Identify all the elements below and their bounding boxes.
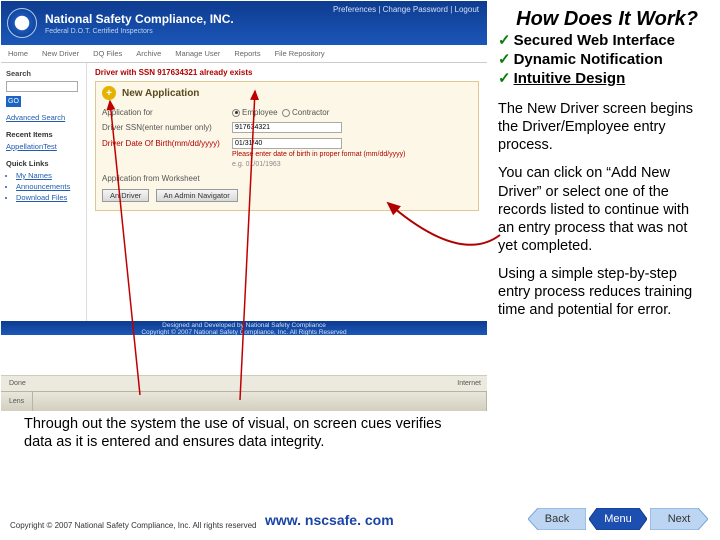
- nav-item-archive[interactable]: Archive: [136, 49, 161, 58]
- check-label: Dynamic Notification: [514, 51, 663, 70]
- field-label: Driver Date Of Birth(mm/dd/yyyy): [102, 139, 232, 148]
- radio-label: Employee: [242, 108, 278, 117]
- footer-line: Designed and Developed by National Safet…: [1, 322, 487, 329]
- check-icon: ✓: [498, 70, 511, 89]
- check-icon: ✓: [498, 32, 511, 51]
- check-item: ✓ Dynamic Notification: [498, 51, 675, 70]
- status-done: Done: [9, 380, 26, 387]
- next-label: Next: [668, 513, 691, 525]
- field-label: Application from Worksheet: [102, 174, 232, 183]
- slide-title: How Does It Work?: [516, 8, 698, 31]
- radio-contractor[interactable]: [282, 109, 290, 117]
- error-message: Driver with SSN 917634321 already exists: [95, 68, 479, 77]
- check-label: Intuitive Design: [514, 70, 626, 89]
- lower-paragraph: Through out the system the use of visual…: [24, 415, 464, 451]
- app-header: National Safety Compliance, INC. Federal…: [1, 1, 487, 45]
- paragraph: The New Driver screen begins the Driver/…: [498, 100, 708, 154]
- ssn-field[interactable]: [232, 122, 342, 133]
- body-text: The New Driver screen begins the Driver/…: [498, 100, 708, 329]
- check-item: ✓ Secured Web Interface: [498, 32, 675, 51]
- app-footer: Designed and Developed by National Safet…: [1, 321, 487, 335]
- sidebar-recent-header: Recent Items: [6, 130, 81, 139]
- main-panel: Driver with SSN 917634321 already exists…: [87, 63, 487, 321]
- panel-title: New Application: [122, 88, 199, 99]
- advanced-search-link[interactable]: Advanced Search: [6, 113, 81, 122]
- check-label: Secured Web Interface: [514, 32, 675, 51]
- radio-label: Contractor: [292, 108, 329, 117]
- check-item: ✓ Intuitive Design: [498, 70, 675, 89]
- paragraph: You can click on “Add New Driver” or sel…: [498, 164, 708, 255]
- search-input[interactable]: [6, 81, 78, 92]
- nav-item-home[interactable]: Home: [8, 49, 28, 58]
- menu-label: Menu: [604, 513, 632, 525]
- nav-item-reports[interactable]: Reports: [234, 49, 260, 58]
- paragraph: Using a simple step-by-step entry proces…: [498, 265, 708, 319]
- menu-button[interactable]: Menu: [589, 508, 647, 530]
- nav-item-manage-user[interactable]: Manage User: [175, 49, 220, 58]
- back-button[interactable]: Back: [528, 508, 586, 530]
- taskbar-item[interactable]: Lens: [1, 392, 33, 411]
- add-icon: +: [102, 86, 116, 100]
- taskbar: Lens: [1, 391, 487, 411]
- nav-item-file-repo[interactable]: File Repository: [275, 49, 325, 58]
- quicklink-item[interactable]: Announcements: [16, 182, 81, 191]
- radio-employee[interactable]: [232, 109, 240, 117]
- feature-checklist: ✓ Secured Web Interface ✓ Dynamic Notifi…: [498, 32, 675, 88]
- browser-statusbar: Done Internet: [1, 375, 487, 391]
- quicklink-item[interactable]: Download Files: [16, 193, 81, 202]
- nav-item-new-driver[interactable]: New Driver: [42, 49, 79, 58]
- field-label: Driver SSN(enter number only): [102, 123, 232, 132]
- status-internet: Internet: [457, 380, 481, 387]
- example-note: e.g. 01/01/1963: [232, 161, 472, 168]
- field-label: Application for: [102, 108, 232, 117]
- taskbar-spacer: [33, 392, 487, 411]
- next-button[interactable]: Next: [650, 508, 708, 530]
- main-nav: Home New Driver DQ Files Archive Manage …: [1, 45, 487, 63]
- check-icon: ✓: [498, 51, 511, 70]
- seal-icon: [7, 8, 37, 38]
- back-label: Back: [545, 513, 569, 525]
- recent-item[interactable]: AppellationTest: [6, 142, 81, 151]
- an-admin-navigator-button[interactable]: An Admin Navigator: [156, 189, 238, 202]
- validation-note: Please enter date of birth in proper for…: [232, 151, 472, 158]
- header-links[interactable]: Preferences | Change Password | Logout: [333, 5, 479, 14]
- app-screenshot: National Safety Compliance, INC. Federal…: [1, 1, 487, 411]
- an-driver-button[interactable]: An Driver: [102, 189, 149, 202]
- footer-line: Copyright © 2007 National Safety Complia…: [1, 329, 487, 336]
- sidebar-quicklinks-header: Quick Links: [6, 159, 81, 168]
- dob-field[interactable]: [232, 138, 342, 149]
- sidebar: Search GO Advanced Search Recent Items A…: [1, 63, 87, 321]
- website-link[interactable]: www. nscsafe. com: [265, 512, 394, 528]
- go-button[interactable]: GO: [6, 96, 21, 107]
- sidebar-search-header: Search: [6, 69, 81, 78]
- slide-nav: Back Menu Next: [525, 508, 708, 530]
- new-application-panel: + New Application Application for Employ…: [95, 81, 479, 211]
- brand-title: National Safety Compliance, INC.: [45, 12, 234, 26]
- brand-subtitle: Federal D.O.T. Certified Inspectors: [45, 28, 234, 35]
- copyright: Copyright © 2007 National Safety Complia…: [10, 521, 256, 530]
- nav-item-dq-files[interactable]: DQ Files: [93, 49, 122, 58]
- quicklink-item[interactable]: My Names: [16, 171, 81, 180]
